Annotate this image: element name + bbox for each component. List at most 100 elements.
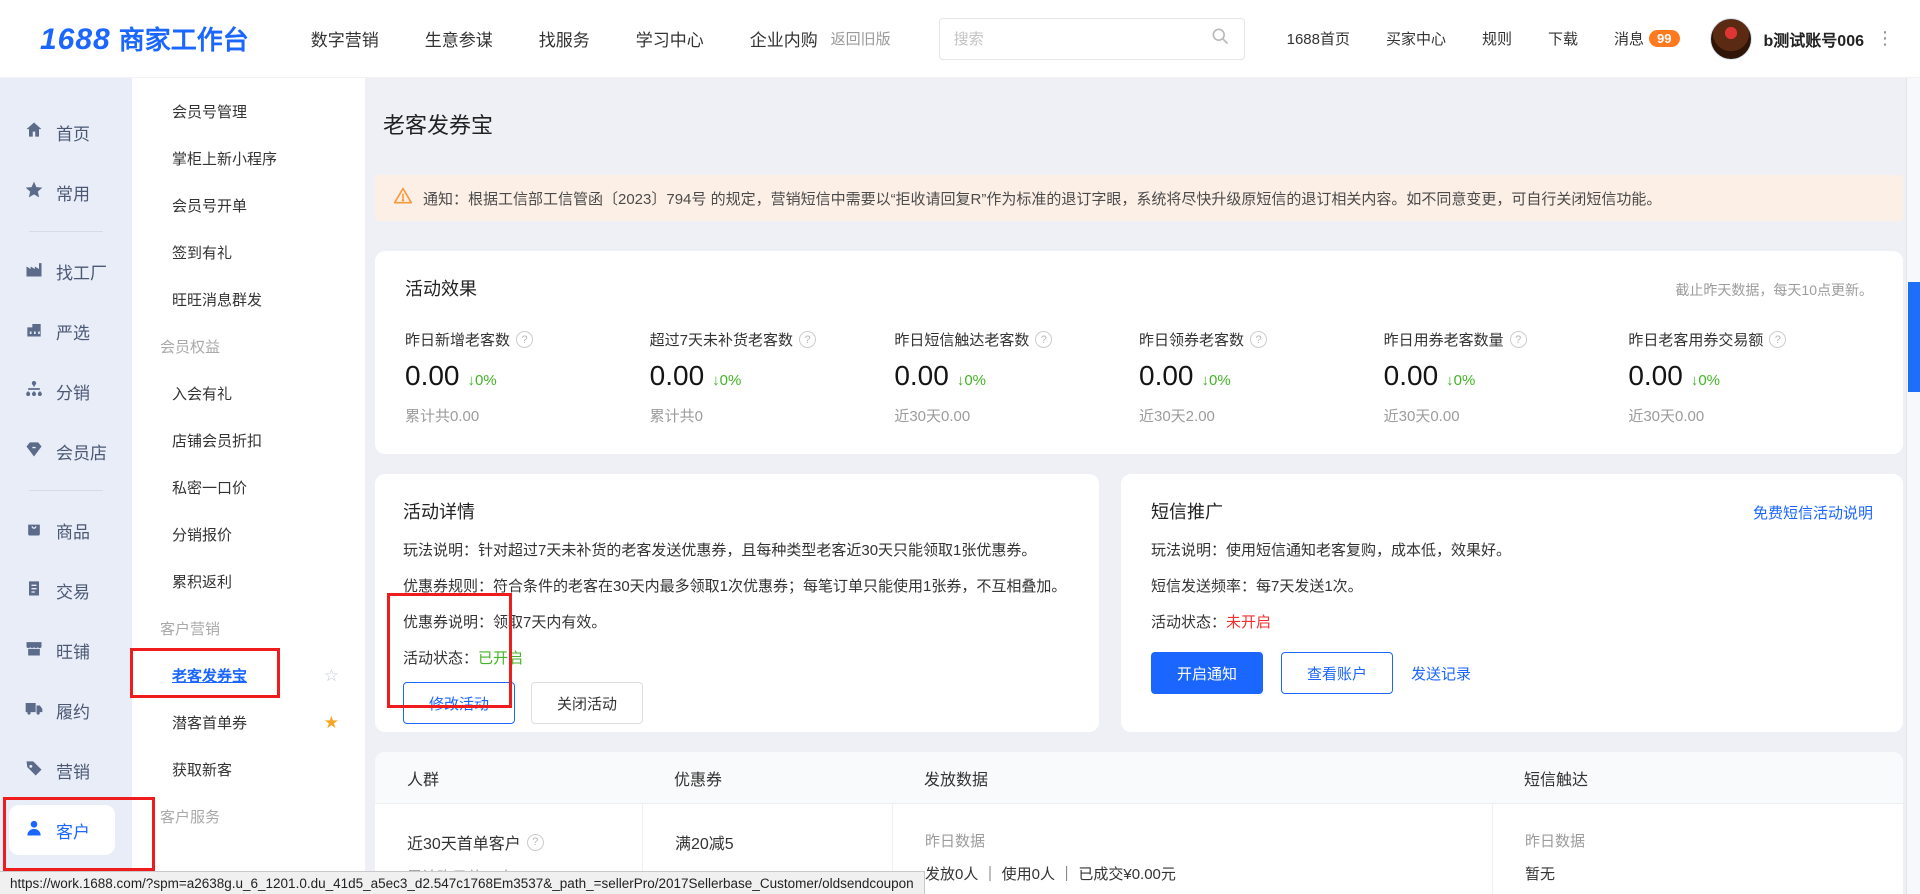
back-to-old-version-link[interactable]: 返回旧版 [831, 28, 891, 49]
sidebar-divider [29, 231, 103, 232]
help-icon[interactable]: ? [799, 331, 816, 348]
submenu-private-price[interactable]: 私密一口价 [132, 464, 365, 511]
warehouse-icon [24, 319, 44, 344]
notice-banner: 通知：根据工信部工信管函〔2023〕794号 的规定，营销短信中需要以“拒收请回… [375, 175, 1903, 221]
sidebar-label: 客户 [56, 818, 90, 843]
sidebar-item-distribution[interactable]: 分销 [0, 361, 132, 421]
nav-find-services[interactable]: 找服务 [539, 26, 590, 51]
metric-change: ↓0% [1202, 372, 1231, 389]
metric-coupon-gmv: 昨日老客用券交易额? 0.00↓0% 近30天0.00 [1628, 329, 1873, 426]
help-icon[interactable]: ? [527, 834, 544, 851]
link-rules[interactable]: 规则 [1482, 28, 1512, 49]
submenu-label: 入会有礼 [172, 383, 232, 404]
page-scrollbar[interactable] [1906, 78, 1920, 894]
help-icon[interactable]: ? [1510, 331, 1527, 348]
nav-digital-marketing[interactable]: 数字营销 [311, 26, 379, 51]
clipboard-icon [24, 578, 44, 603]
page-title: 老客发券宝 [383, 108, 1903, 140]
enable-notification-button[interactable]: 开启通知 [1151, 652, 1263, 694]
link-1688-home[interactable]: 1688首页 [1287, 28, 1350, 49]
metric-label: 昨日短信触达老客数 [894, 329, 1029, 350]
sidebar-item-fulfillment[interactable]: 履约 [0, 680, 132, 740]
link-messages[interactable]: 消息 99 [1614, 28, 1679, 49]
metrics-row: 昨日新增老客数? 0.00↓0% 累计共0.00 超过7天未补货老客数? 0.0… [405, 329, 1873, 426]
help-icon[interactable]: ? [1250, 331, 1267, 348]
metric-value: 0.00 [1139, 360, 1194, 392]
yesterday-data-value: 暂无 [1525, 863, 1871, 884]
submenu-join-gift[interactable]: 入会有礼 [132, 370, 365, 417]
sidebar-item-home[interactable]: 首页 [0, 102, 132, 162]
close-activity-button[interactable]: 关闭活动 [531, 682, 643, 724]
sidebar-item-products[interactable]: 商品 [0, 500, 132, 560]
submenu-acquire-new-customers[interactable]: 获取新客 [132, 746, 365, 793]
submenu-member-account-order[interactable]: 会员号开单 [132, 182, 365, 229]
sidebar-item-trade[interactable]: 交易 [0, 560, 132, 620]
sidebar-item-shop[interactable]: 旺铺 [0, 620, 132, 680]
favorite-star-outline-icon[interactable]: ☆ [324, 666, 339, 686]
search-icon[interactable] [1210, 26, 1230, 51]
submenu-active-link[interactable]: 老客发券宝 [172, 665, 247, 686]
metric-subtext: 近30天2.00 [1139, 405, 1384, 426]
metric-label: 昨日新增老客数 [405, 329, 510, 350]
sidebar-label: 分销 [56, 379, 90, 404]
submenu-cumulative-rebate[interactable]: 累积返利 [132, 558, 365, 605]
sidebar-item-customers[interactable]: 客户 [9, 805, 115, 855]
submenu-wangwang-mass-message[interactable]: 旺旺消息群发 [132, 276, 365, 323]
coupon-rules: 优惠券规则：符合条件的老客在30天内最多领取1次优惠券；每笔订单只能使用1张券，… [403, 575, 1071, 596]
modify-activity-button[interactable]: 修改活动 [403, 682, 515, 724]
nav-learning-center[interactable]: 学习中心 [636, 26, 704, 51]
sidebar-item-marketing[interactable]: 营销 [0, 740, 132, 800]
app-logo[interactable]: 1688 商家工作台 [40, 20, 249, 57]
tags-icon [24, 758, 44, 783]
submenu-distribution-quote[interactable]: 分销报价 [132, 511, 365, 558]
sidebar-item-member-store[interactable]: 会员店 [0, 421, 132, 481]
submenu-store-member-discount[interactable]: 店铺会员折扣 [132, 417, 365, 464]
messages-label: 消息 [1614, 28, 1644, 49]
help-icon[interactable]: ? [1769, 331, 1786, 348]
metric-value: 0.00 [405, 360, 460, 392]
submenu-section-customer-service: 客户服务 [132, 793, 365, 840]
nav-enterprise-purchase[interactable]: 企业内购 [750, 26, 818, 51]
search-input[interactable]: 搜索 [939, 18, 1245, 60]
submenu-shopkeeper-new-miniprogram[interactable]: 掌柜上新小程序 [132, 135, 365, 182]
detail-panel-title: 活动详情 [403, 498, 1071, 524]
section-label: 客户营销 [160, 618, 220, 639]
metric-change: ↓0% [1691, 372, 1720, 389]
sidebar-item-strict-selection[interactable]: 严选 [0, 301, 132, 361]
help-icon[interactable]: ? [516, 331, 533, 348]
link-download[interactable]: 下载 [1548, 28, 1578, 49]
free-sms-help-link[interactable]: 免费短信活动说明 [1753, 502, 1873, 523]
nav-business-advisor[interactable]: 生意参谋 [425, 26, 493, 51]
submenu-checkin-gift[interactable]: 签到有礼 [132, 229, 365, 276]
view-account-button[interactable]: 查看账户 [1281, 652, 1393, 694]
top-header: 1688 商家工作台 数字营销 生意参谋 找服务 学习中心 企业内购 返回旧版 … [0, 0, 1920, 78]
scrollbar-thumb[interactable] [1908, 282, 1920, 392]
search-placeholder: 搜索 [954, 28, 984, 49]
data-update-note: 截止昨天数据，每天10点更新。 [1675, 280, 1873, 300]
metric-change: ↓0% [1446, 372, 1475, 389]
sitemap-icon [24, 379, 44, 404]
sidebar-divider [29, 490, 103, 491]
sidebar-item-find-factory[interactable]: 找工厂 [0, 241, 132, 301]
account-menu-dots-icon[interactable]: ⋮ [1876, 28, 1894, 49]
sidebar-item-favorites[interactable]: 常用 [0, 162, 132, 222]
primary-sidebar: 首页 常用 找工厂 严选 分销 会员店 商品 交易 旺铺 履约 营销 [0, 78, 132, 894]
sms-status-line: 活动状态：未开启 [1151, 611, 1873, 632]
submenu-prospect-first-order-coupon[interactable]: 潜客首单券 ★ [132, 699, 365, 746]
down-arrow-icon: ↓ [1446, 372, 1454, 389]
metric-label: 昨日领券老客数 [1139, 329, 1244, 350]
avatar[interactable] [1710, 18, 1752, 60]
link-preview-url: https://work.1688.com/?spm=a2638g.u_6_12… [10, 876, 914, 891]
metric-new-old-customers: 昨日新增老客数? 0.00↓0% 累计共0.00 [405, 329, 650, 426]
section-label: 客户服务 [160, 806, 220, 827]
favorite-star-filled-icon[interactable]: ★ [324, 713, 339, 733]
sms-panel-title: 短信推广 [1151, 498, 1223, 524]
submenu-old-customer-coupon[interactable]: 老客发券宝 ☆ [132, 652, 365, 699]
effect-panel-title: 活动效果 [405, 275, 477, 301]
help-icon[interactable]: ? [1035, 331, 1052, 348]
activity-detail-panel: 活动详情 玩法说明：针对超过7天未补货的老客发送优惠券，且每种类型老客近30天只… [375, 474, 1099, 732]
link-buyer-center[interactable]: 买家中心 [1386, 28, 1446, 49]
account-name[interactable]: b测试账号006 [1764, 27, 1864, 51]
send-records-link[interactable]: 发送记录 [1411, 663, 1471, 684]
submenu-member-account-management[interactable]: 会员号管理 [132, 88, 365, 135]
